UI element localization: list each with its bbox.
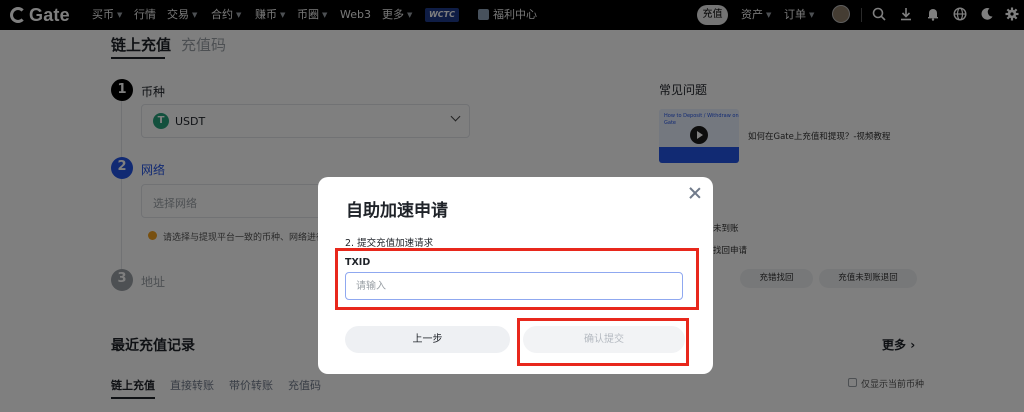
close-icon[interactable] <box>688 186 702 200</box>
highlight-confirm-box <box>517 318 689 366</box>
highlight-txid-box <box>335 248 699 310</box>
modal-step-label: 2. 提交充值加速请求 <box>345 238 434 249</box>
modal-title: 自助加速申请 <box>346 201 448 221</box>
previous-step-button[interactable]: 上一步 <box>345 326 510 353</box>
